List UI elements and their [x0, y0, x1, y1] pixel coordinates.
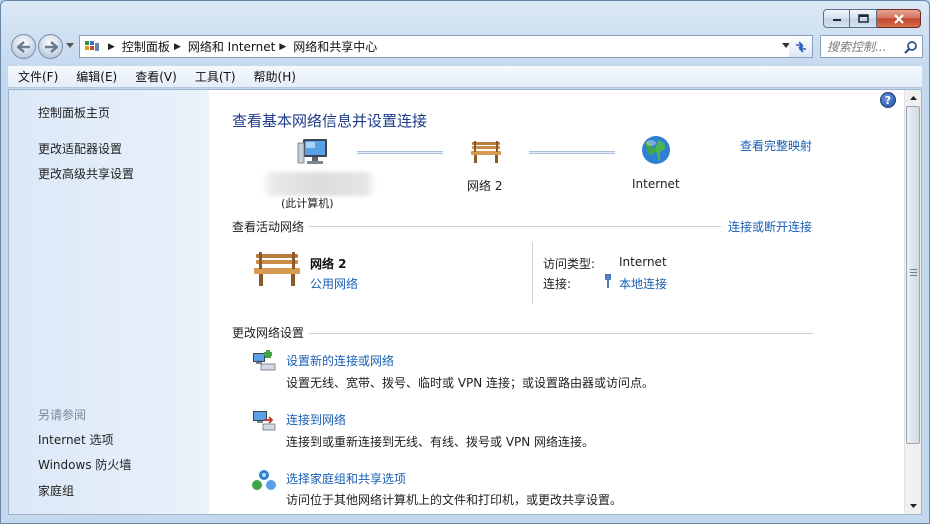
section-divider	[309, 333, 813, 334]
breadcrumb-separator-icon: ▶	[173, 41, 181, 52]
connect-disconnect-link[interactable]: 连接或断开连接	[728, 218, 812, 235]
access-type-label: 访问类型:	[543, 257, 596, 271]
scroll-down-button[interactable]	[905, 498, 921, 514]
local-connection-link[interactable]: 本地连接	[619, 275, 667, 292]
change-adapter-settings-link[interactable]: 更改适配器设置	[38, 140, 122, 157]
minimize-button[interactable]	[823, 9, 850, 28]
computer-name-redacted	[261, 172, 377, 196]
internet-globe-icon[interactable]	[640, 134, 672, 166]
maximize-button[interactable]	[850, 9, 877, 28]
change-advanced-sharing-link[interactable]: 更改高级共享设置	[38, 165, 134, 182]
homegroup-icon[interactable]	[251, 468, 277, 492]
menu-help[interactable]: 帮助(H)	[244, 68, 304, 85]
breadcrumb-sharing-center[interactable]: 网络和共享中心	[293, 38, 377, 55]
computer-caption: (此计算机)	[281, 197, 334, 210]
navigation-bar: ▶ 控制面板 ▶ 网络和 Internet ▶ 网络和共享中心 搜索控制...	[9, 33, 923, 59]
search-input[interactable]: 搜索控制...	[820, 35, 923, 58]
scroll-grip-line	[910, 275, 917, 276]
ethernet-plug-icon	[605, 274, 611, 288]
bench-network-icon[interactable]	[469, 138, 503, 164]
control-panel-home-link[interactable]: 控制面板主页	[38, 104, 110, 121]
connect-to-network-link[interactable]: 连接到网络	[286, 411, 346, 428]
change-network-settings-heading: 更改网络设置	[232, 326, 305, 340]
map-network-label: 网络 2	[467, 179, 503, 193]
refresh-button[interactable]	[789, 35, 813, 58]
scroll-grip-line	[910, 269, 917, 270]
public-network-bench-icon[interactable]	[251, 248, 303, 288]
close-button[interactable]	[877, 9, 921, 28]
menu-view[interactable]: 查看(V)	[125, 68, 185, 85]
close-icon	[893, 13, 904, 24]
map-connector-line	[357, 151, 443, 154]
homegroup-sharing-link[interactable]: 选择家庭组和共享选项	[286, 470, 406, 487]
main-pane: 查看基本网络信息并设置连接 查看完整映射 (此计算机) 网络 2 Interne…	[209, 90, 903, 514]
scroll-grip-line	[910, 272, 917, 273]
windows-firewall-link[interactable]: Windows 防火墙	[38, 456, 131, 473]
menu-file[interactable]: 文件(F)	[8, 68, 66, 85]
see-also-heading: 另请参阅	[38, 408, 87, 422]
menu-edit[interactable]: 编辑(E)	[66, 68, 125, 85]
new-connection-icon[interactable]	[251, 349, 277, 373]
vertical-scrollbar[interactable]	[904, 90, 921, 514]
map-connector-line	[529, 151, 615, 154]
section-divider	[309, 226, 721, 227]
active-networks-heading: 查看活动网络	[232, 220, 305, 234]
address-bar[interactable]: ▶ 控制面板 ▶ 网络和 Internet ▶ 网络和共享中心	[79, 35, 797, 58]
computer-icon[interactable]	[297, 137, 331, 167]
content-area: 控制面板主页 更改适配器设置 更改高级共享设置 另请参阅 Internet 选项…	[8, 89, 922, 515]
caption-buttons	[823, 9, 921, 28]
homegroup-link[interactable]: 家庭组	[38, 482, 74, 499]
refresh-icon	[795, 40, 806, 53]
maximize-icon	[857, 14, 869, 23]
see-full-map-link[interactable]: 查看完整映射	[740, 137, 812, 154]
control-panel-icon	[85, 40, 99, 51]
network-type-link[interactable]: 公用网络	[310, 275, 358, 292]
breadcrumb-control-panel[interactable]: 控制面板	[122, 38, 170, 55]
scroll-up-arrow-icon	[909, 96, 917, 100]
minimize-icon	[832, 18, 841, 21]
scroll-up-button[interactable]	[905, 90, 921, 106]
scroll-thumb[interactable]	[906, 106, 920, 444]
breadcrumb-network-internet[interactable]: 网络和 Internet	[188, 38, 275, 55]
back-arrow-icon	[16, 40, 30, 53]
network-sharing-center-window: ▶ 控制面板 ▶ 网络和 Internet ▶ 网络和共享中心 搜索控制... …	[0, 0, 930, 524]
map-internet-label: Internet	[632, 177, 680, 191]
forward-button[interactable]	[38, 34, 63, 59]
help-icon[interactable]: ?	[880, 92, 896, 108]
vertical-divider	[532, 242, 533, 304]
access-type-value: Internet	[619, 255, 667, 269]
homegroup-sharing-description: 访问位于其他网络计算机上的文件和打印机，或更改共享设置。	[286, 493, 623, 507]
scroll-down-arrow-icon	[909, 504, 917, 508]
menu-bar: 文件(F) 编辑(E) 查看(V) 工具(T) 帮助(H)	[8, 66, 922, 88]
forward-arrow-icon	[44, 40, 58, 53]
left-navigation-pane: 控制面板主页 更改适配器设置 更改高级共享设置 另请参阅 Internet 选项…	[9, 90, 209, 514]
connect-to-network-description: 连接到或重新连接到无线、有线、拨号或 VPN 网络连接。	[286, 435, 595, 449]
connections-label: 连接:	[543, 277, 572, 291]
breadcrumb-separator-icon: ▶	[279, 41, 287, 52]
page-title: 查看基本网络信息并设置连接	[232, 112, 428, 130]
setup-new-connection-description: 设置无线、宽带、拨号、临时或 VPN 连接；或设置路由器或访问点。	[286, 376, 655, 390]
menu-tools[interactable]: 工具(T)	[185, 68, 244, 85]
setup-new-connection-link[interactable]: 设置新的连接或网络	[286, 352, 394, 369]
back-button[interactable]	[11, 34, 36, 59]
network-name: 网络 2	[310, 257, 347, 271]
breadcrumb-separator-icon: ▶	[108, 41, 115, 52]
internet-options-link[interactable]: Internet 选项	[38, 431, 113, 448]
recent-pages-chevron-icon[interactable]	[66, 43, 74, 48]
connect-network-icon[interactable]	[251, 408, 277, 432]
search-placeholder: 搜索控制...	[827, 40, 887, 54]
search-icon[interactable]	[904, 40, 918, 54]
